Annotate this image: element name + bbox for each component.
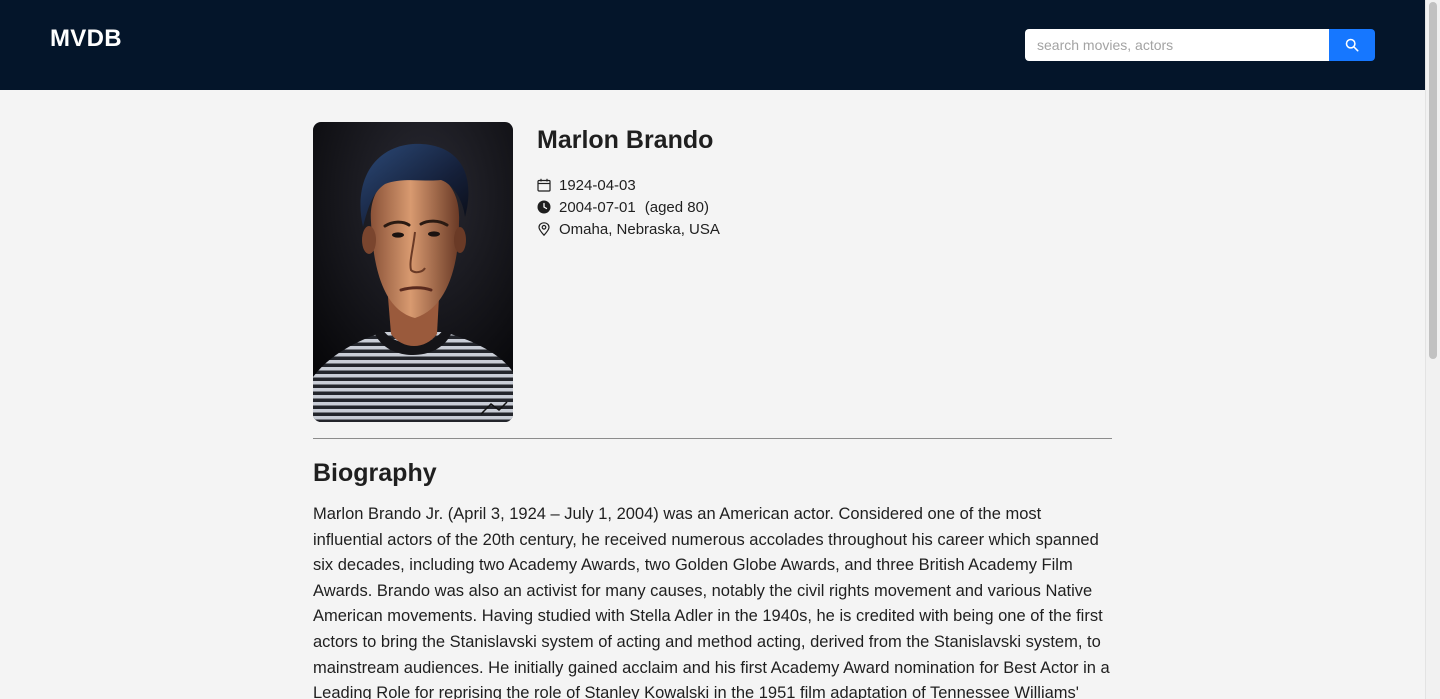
birthplace-row: Omaha, Nebraska, USA (537, 218, 720, 240)
search-input[interactable] (1025, 29, 1329, 61)
profile-section: Marlon Brando 1924-04-03 2004-07-01 (age… (313, 122, 1112, 422)
site-logo[interactable]: MVDB (50, 25, 122, 53)
search-icon (1345, 38, 1359, 52)
biography-text: Marlon Brando Jr. (April 3, 1924 – July … (313, 505, 1110, 699)
age-at-death: (aged 80) (644, 198, 709, 216)
top-navigation-bar: MVDB (0, 0, 1425, 90)
actor-facts: 1924-04-03 2004-07-01 (aged 80) Omaha, N… (537, 174, 720, 240)
birth-date: 1924-04-03 (559, 176, 636, 194)
search-form (1025, 29, 1375, 61)
birth-date-row: 1924-04-03 (537, 174, 720, 196)
death-date-row: 2004-07-01 (aged 80) (537, 196, 720, 218)
actor-info: Marlon Brando 1924-04-03 2004-07-01 (age… (537, 122, 720, 422)
actor-detail: Marlon Brando 1924-04-03 2004-07-01 (age… (313, 122, 1112, 699)
page-scrollbar[interactable] (1425, 0, 1440, 699)
birthplace: Omaha, Nebraska, USA (559, 220, 720, 238)
section-divider (313, 438, 1112, 439)
actor-photo (313, 122, 513, 422)
biography-heading: Biography (313, 459, 437, 487)
clock-icon (537, 200, 551, 214)
biography-section: Biography Marlon Brando Jr. (April 3, 19… (313, 458, 1112, 699)
calendar-icon (537, 178, 551, 192)
page: MVDB search movies, actors Marlon Brando… (0, 0, 1425, 699)
death-date: 2004-07-01 (559, 198, 636, 216)
actor-name: Marlon Brando (537, 126, 714, 154)
scrollbar-thumb[interactable] (1429, 2, 1437, 359)
search-button[interactable] (1329, 29, 1375, 61)
location-pin-icon (538, 222, 550, 236)
